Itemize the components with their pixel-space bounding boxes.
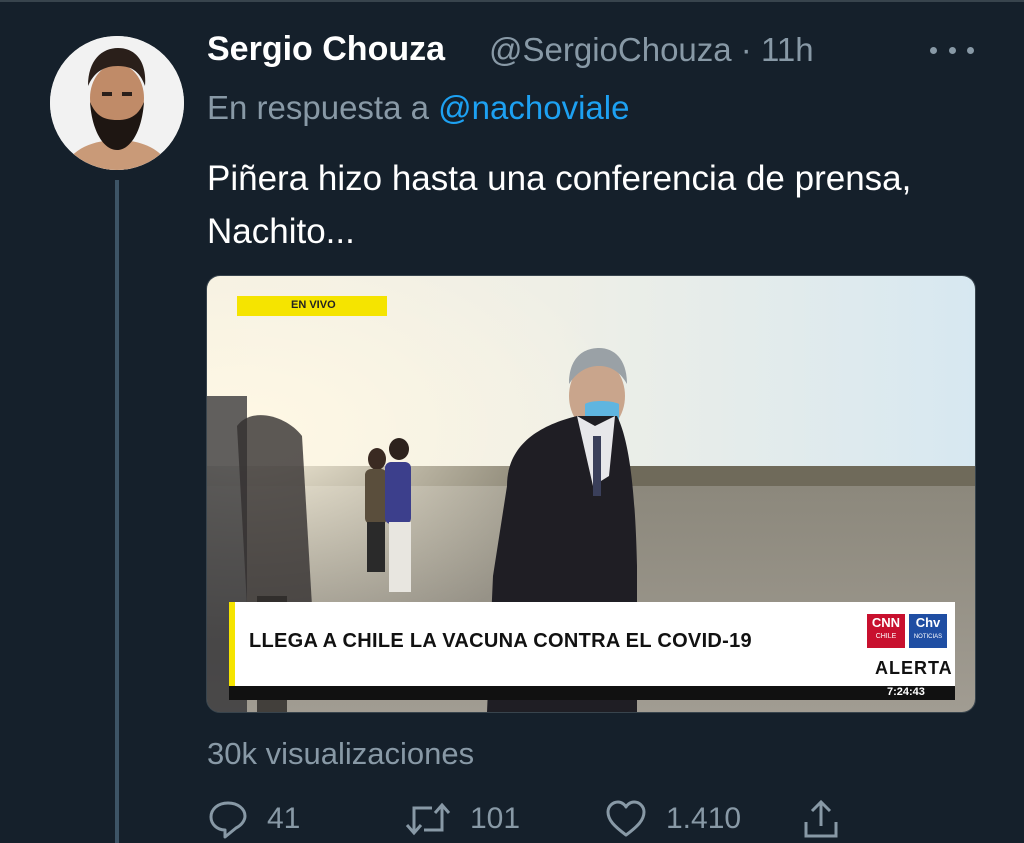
- cnn-chile-logo: CNN CHILE: [867, 614, 905, 648]
- thread-line: [115, 180, 119, 843]
- cnn-logo-text: CNN: [871, 615, 901, 630]
- reply-mention-link[interactable]: @nachoviale: [438, 89, 629, 126]
- view-count: 30k visualizaciones: [207, 736, 475, 771]
- author-handle-time[interactable]: @SergioChouza · 11h: [489, 31, 814, 69]
- like-icon: [606, 800, 646, 837]
- share-icon: [804, 799, 838, 838]
- cnn-logo-sub: CHILE: [875, 633, 897, 640]
- top-divider: [0, 0, 1024, 2]
- reply-icon: [209, 801, 247, 839]
- tweet-text: Piñera hizo hasta una conferencia de pre…: [207, 159, 912, 251]
- like-count: 1.410: [666, 802, 742, 835]
- live-badge: EN VIVO: [291, 299, 336, 311]
- retweet-icon: [405, 802, 451, 836]
- chv-noticias-logo: Chv NOTICIAS: [909, 614, 947, 648]
- reply-context: En respuesta a @nachoviale: [207, 89, 629, 127]
- avatar-image: [50, 36, 184, 170]
- more-icon[interactable]: [930, 38, 974, 62]
- lower-third-headline: LLEGA A CHILE LA VACUNA CONTRA EL COVID-…: [249, 630, 752, 652]
- video-player[interactable]: EN VIVO LLEGA A CHILE LA VACUNA CONTRA E…: [206, 275, 976, 713]
- alert-label: ALERTA: [875, 658, 953, 678]
- share-action[interactable]: [800, 795, 842, 843]
- chv-logo-text: Chv: [915, 615, 941, 630]
- retweet-action[interactable]: 101: [404, 795, 520, 843]
- reply-count: 41: [267, 802, 301, 835]
- broadcast-clock: 7:24:43: [887, 686, 925, 698]
- retweet-count: 101: [470, 802, 521, 835]
- like-action[interactable]: 1.410: [604, 795, 741, 843]
- reply-prefix: En respuesta a: [207, 89, 429, 126]
- reply-action[interactable]: 41: [207, 795, 300, 843]
- author-name[interactable]: Sergio Chouza: [207, 30, 445, 69]
- chv-logo-sub: NOTICIAS: [913, 634, 943, 640]
- avatar[interactable]: [50, 36, 184, 170]
